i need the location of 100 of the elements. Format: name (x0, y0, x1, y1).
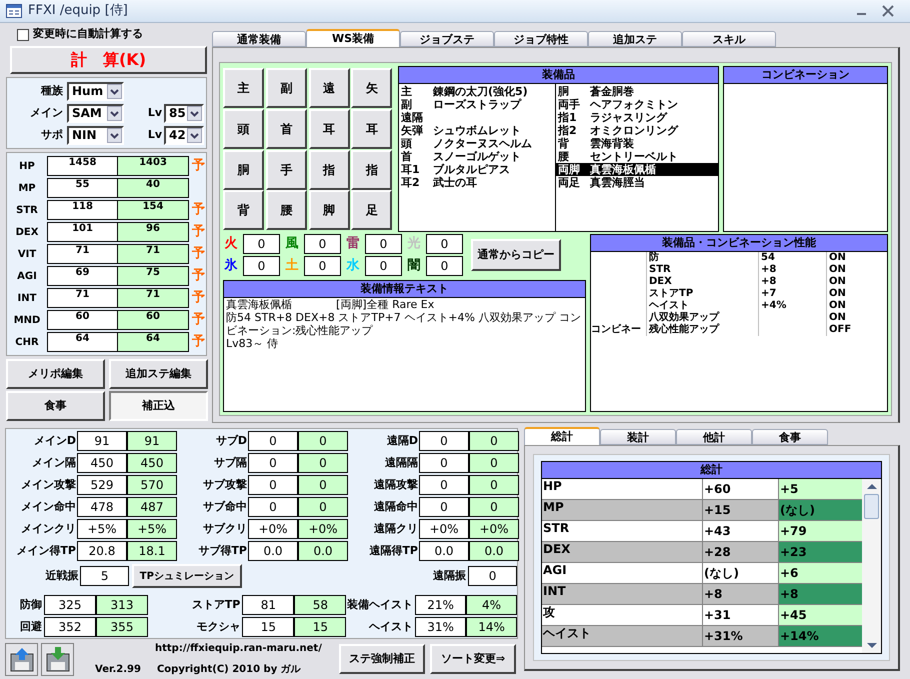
value-field[interactable]: 118 (47, 200, 118, 220)
value-field[interactable]: +0% (248, 519, 298, 539)
value-field[interactable]: 101 (47, 222, 118, 242)
value-field[interactable]: 0.0 (419, 541, 469, 561)
value-field[interactable]: 60 (47, 310, 118, 330)
scrollbar[interactable] (862, 479, 881, 653)
equipment-row[interactable]: 指2 オミクロンリング (556, 124, 718, 137)
value-field[interactable]: 64 (118, 332, 189, 352)
value-field[interactable]: 0 (469, 475, 519, 495)
button[interactable]: 頭 (223, 108, 264, 149)
value-field[interactable]: 91 (77, 431, 127, 451)
equipment-row[interactable]: 主 錬鋼の太刀(強化5) (399, 85, 555, 98)
equipment-row[interactable]: 耳1 ブルタルピアス (399, 163, 555, 176)
tab[interactable]: 追加ステ (588, 31, 682, 47)
checkbox[interactable] (17, 28, 29, 40)
equipment-row[interactable]: 両足 真雲海脛当 (556, 176, 718, 189)
value-field[interactable]: 325 (44, 595, 96, 615)
site-link[interactable]: http://ffxiequip.ran-maru.net/ (155, 641, 327, 656)
tab[interactable]: WS装備 (306, 29, 400, 47)
value-field[interactable]: 58 (294, 595, 346, 615)
value-field[interactable]: 450 (77, 453, 127, 473)
value-field[interactable]: 154 (118, 200, 189, 220)
value-field[interactable]: 0 (426, 234, 463, 254)
value-field[interactable]: 0 (365, 256, 402, 276)
value-field[interactable]: 355 (96, 617, 148, 637)
equipment-row[interactable]: 遠隔 (399, 111, 555, 124)
dropdown[interactable]: NIN (67, 126, 124, 144)
tab[interactable]: スキル (682, 31, 776, 47)
value-field[interactable]: 0 (248, 497, 298, 517)
button[interactable]: 指 (351, 150, 392, 190)
value-field[interactable]: 0 (365, 234, 402, 254)
tab[interactable]: 装計 (600, 429, 676, 445)
value-field[interactable]: 0.0 (248, 541, 298, 561)
value-field[interactable]: +5% (77, 519, 127, 539)
value-field[interactable]: 0 (298, 453, 348, 473)
equipment-row[interactable]: 胴 蒼金胴巻 (556, 85, 718, 98)
value-field[interactable]: 0.0 (469, 541, 519, 561)
dropdown[interactable]: 42 (164, 126, 204, 144)
value-field[interactable]: 529 (77, 475, 127, 495)
value-field[interactable]: 450 (127, 453, 177, 473)
tab[interactable]: 総計 (524, 427, 600, 445)
value-field[interactable]: 0 (248, 453, 298, 473)
value-field[interactable]: 1403 (118, 156, 189, 176)
value-field[interactable]: 0.0 (298, 541, 348, 561)
equipment-row[interactable]: 首 スノーゴルゲット (399, 150, 555, 163)
button[interactable]: 脚 (308, 190, 350, 230)
scroll-thumb[interactable] (864, 494, 879, 518)
button[interactable]: 腰 (266, 190, 307, 230)
equipment-row[interactable]: 両脚 真雲海板佩楯 (556, 163, 718, 176)
value-field[interactable]: 20.8 (77, 541, 127, 561)
tab[interactable]: 通常装備 (212, 31, 306, 47)
value-field[interactable]: 0 (419, 497, 469, 517)
value-field[interactable]: +5% (127, 519, 177, 539)
button[interactable]: 耳 (308, 108, 350, 149)
button[interactable]: 補正込 (109, 391, 208, 421)
equipment-row[interactable]: 腰 セントリーベルト (556, 150, 718, 163)
value-field[interactable]: 0 (419, 453, 469, 473)
value-field[interactable]: 0 (469, 497, 519, 517)
value-field[interactable]: 0 (243, 256, 280, 276)
value-field[interactable]: 0 (419, 475, 469, 495)
button[interactable]: 遠 (308, 68, 350, 108)
dropdown[interactable]: Hum (67, 82, 124, 100)
button[interactable]: 通常からコピー (471, 239, 561, 271)
button[interactable]: メリポ編集 (6, 359, 105, 389)
equipment-row[interactable]: 背 雲海背装 (556, 137, 718, 150)
value-field[interactable]: 14% (466, 617, 517, 637)
value-field[interactable]: 18.1 (127, 541, 177, 561)
value-field[interactable]: 0 (298, 497, 348, 517)
tab[interactable]: 食事 (752, 429, 828, 445)
value-field[interactable]: 487 (127, 497, 177, 517)
equipment-row[interactable]: 矢弾 シュウボムレット (399, 124, 555, 137)
button[interactable]: ソート変更⇒ (430, 644, 516, 674)
button[interactable]: 主 (223, 68, 264, 108)
value-field[interactable]: 0 (243, 234, 280, 254)
value-field[interactable]: +0% (419, 519, 469, 539)
value-field[interactable]: 0 (468, 566, 517, 586)
tab[interactable]: ジョブステ (400, 31, 494, 47)
button[interactable]: 矢 (351, 68, 392, 108)
scroll-up-icon[interactable] (866, 483, 876, 489)
scroll-down-icon[interactable] (866, 643, 876, 649)
value-field[interactable]: 55 (47, 178, 118, 198)
value-field[interactable]: 71 (47, 288, 118, 308)
value-field[interactable]: 60 (118, 310, 189, 330)
value-field[interactable]: 0 (248, 475, 298, 495)
value-field[interactable]: 64 (47, 332, 118, 352)
button[interactable] (5, 642, 38, 676)
value-field[interactable]: 0 (248, 431, 298, 451)
value-field[interactable]: 15 (294, 617, 346, 637)
value-field[interactable]: 71 (47, 244, 118, 264)
value-field[interactable]: 40 (118, 178, 189, 198)
value-field[interactable]: +0% (469, 519, 519, 539)
dropdown[interactable]: SAM (67, 104, 124, 122)
equipment-row[interactable]: 副 ローズストラップ (399, 98, 555, 111)
value-field[interactable]: +0% (298, 519, 348, 539)
button[interactable]: 耳 (351, 108, 392, 149)
value-field[interactable]: 81 (242, 595, 294, 615)
value-field[interactable]: 352 (44, 617, 96, 637)
value-field[interactable]: 71 (118, 288, 189, 308)
value-field[interactable]: 0 (298, 475, 348, 495)
close-icon[interactable] (882, 5, 894, 17)
